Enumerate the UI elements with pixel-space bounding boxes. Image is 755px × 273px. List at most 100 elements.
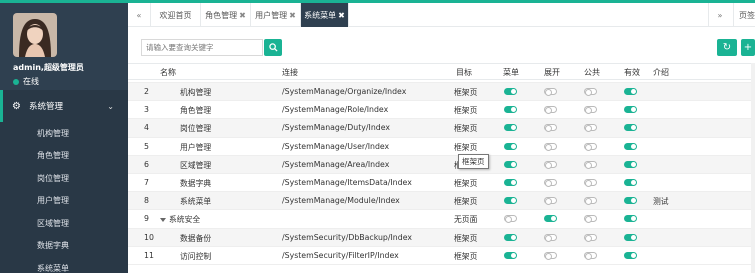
column-header-expand[interactable]: 展开 [544, 67, 560, 78]
public-toggle[interactable] [584, 88, 597, 96]
sidebar-item[interactable]: 区域管理 [0, 212, 128, 235]
row-name-group[interactable]: 系统安全 [160, 214, 200, 225]
search-button[interactable] [264, 39, 282, 56]
toolbar: ↻ + [128, 27, 755, 63]
public-toggle[interactable] [584, 215, 597, 224]
column-header-name[interactable]: 名称 [160, 67, 176, 78]
expand-toggle[interactable] [544, 160, 557, 169]
public-toggle[interactable] [584, 160, 597, 169]
search-input[interactable] [141, 39, 263, 56]
close-icon[interactable]: ✖ [239, 11, 246, 20]
valid-toggle[interactable] [624, 106, 637, 114]
menu-toggle[interactable] [504, 106, 517, 114]
column-header-menu[interactable]: 菜单 [503, 67, 519, 78]
row-target: 框架页 [454, 233, 478, 243]
row-url: /SystemSecurity/DbBackup/Index [282, 232, 412, 242]
table-row[interactable]: 5 用户管理/SystemManage/User/Index 框架页 [128, 138, 755, 156]
valid-toggle[interactable] [624, 178, 637, 186]
sidebar-item[interactable]: 系统菜单 [0, 257, 128, 273]
row-url: /SystemManage/Role/Index [282, 105, 389, 115]
expand-toggle[interactable] [544, 106, 557, 115]
close-icon[interactable]: ✖ [289, 11, 296, 20]
tab-options-button[interactable]: 页签 [733, 3, 755, 27]
tab[interactable]: 角色管理 ✖ [201, 3, 251, 27]
expand-triangle-icon[interactable] [160, 218, 166, 223]
column-header-description[interactable]: 介绍 [653, 67, 669, 78]
public-toggle[interactable] [584, 124, 597, 133]
menu-table: 名称 连接 目标 菜单 展开 公共 有效 介绍 2 机构管理/SystemMana… [128, 63, 755, 273]
row-target: 框架页 [454, 251, 478, 261]
avatar[interactable] [13, 13, 57, 57]
menu-toggle[interactable] [504, 160, 517, 168]
menu-toggle[interactable] [504, 178, 517, 186]
tab[interactable]: 用户管理 ✖ [251, 3, 301, 27]
gears-icon: ⚙ [12, 100, 21, 112]
tab[interactable]: 系统菜单 ✖ [301, 3, 349, 27]
row-target: 无页面 [454, 215, 478, 225]
online-dot-icon [13, 78, 19, 85]
public-toggle[interactable] [584, 142, 597, 151]
expand-toggle[interactable] [544, 251, 557, 260]
add-button[interactable]: + [741, 39, 755, 56]
column-header-target[interactable]: 目标 [456, 67, 472, 78]
sidebar-item[interactable]: 用户管理 [0, 189, 128, 212]
valid-toggle[interactable] [624, 160, 637, 168]
table-row[interactable]: 6 区域管理/SystemManage/Area/Index 框架页 [128, 155, 755, 174]
sidebar-item[interactable]: 岗位管理 [0, 167, 128, 190]
public-toggle[interactable] [584, 178, 597, 187]
search-icon [268, 43, 278, 52]
sidebar-item[interactable]: 数据字典 [0, 234, 128, 257]
row-target: 框架页 [454, 178, 478, 188]
valid-toggle[interactable] [624, 215, 637, 223]
row-url: /SystemManage/Organize/Index [282, 87, 407, 96]
valid-toggle[interactable] [624, 124, 637, 132]
expand-toggle[interactable] [544, 178, 557, 187]
tab-scroll-left-button[interactable]: « [128, 3, 151, 27]
table-row[interactable]: 9 系统安全 无页面 [128, 210, 755, 229]
valid-toggle[interactable] [624, 251, 637, 259]
tab-scroll-right-button[interactable]: » [708, 3, 731, 27]
menu-toggle[interactable] [504, 251, 517, 259]
table-row[interactable]: 4 岗位管理/SystemManage/Duty/Index 框架页 [128, 119, 755, 138]
menu-toggle[interactable] [504, 197, 517, 205]
menu-toggle[interactable] [504, 142, 517, 150]
table-row[interactable]: 3 角色管理/SystemManage/Role/Index 框架页 [128, 101, 755, 120]
sidebar-group-system[interactable]: ⚙ 系统管理 ⌄ [0, 90, 128, 122]
expand-toggle[interactable] [544, 233, 557, 242]
table-row[interactable]: 8 系统菜单/SystemManage/Module/Index 框架页 测试 [128, 192, 755, 211]
sidebar-item[interactable]: 角色管理 [0, 144, 128, 167]
menu-toggle[interactable] [504, 124, 517, 132]
expand-toggle[interactable] [544, 124, 557, 133]
valid-toggle[interactable] [624, 142, 637, 150]
valid-toggle[interactable] [624, 233, 637, 241]
table-row[interactable]: 11 访问控制/SystemSecurity/FilterIP/Index 框架页 [128, 247, 755, 265]
menu-toggle[interactable] [504, 215, 517, 224]
valid-toggle[interactable] [624, 197, 637, 205]
expand-toggle[interactable] [544, 142, 557, 151]
expand-toggle[interactable] [544, 197, 557, 206]
public-toggle[interactable] [584, 233, 597, 242]
valid-toggle[interactable] [624, 88, 637, 95]
close-icon[interactable]: ✖ [338, 11, 345, 20]
tab[interactable]: 欢迎首页 [151, 3, 201, 27]
expand-toggle[interactable] [544, 215, 557, 223]
table-row[interactable]: 10 数据备份/SystemSecurity/DbBackup/Index 框架页 [128, 228, 755, 247]
column-header-url[interactable]: 连接 [282, 67, 298, 78]
column-header-valid[interactable]: 有效 [624, 67, 640, 78]
user-name[interactable]: admin,超级管理员 [13, 62, 84, 73]
menu-toggle[interactable] [504, 233, 517, 241]
expand-toggle[interactable] [544, 88, 557, 96]
table-row[interactable]: 7 数据字典/SystemManage/ItemsData/Index 框架页 [128, 174, 755, 193]
row-name: 系统安全 [169, 215, 201, 225]
sidebar-item[interactable]: 机构管理 [0, 122, 128, 145]
row-number: 8 [144, 196, 149, 206]
menu-toggle[interactable] [504, 88, 517, 95]
table-row[interactable]: 2 机构管理/SystemManage/Organize/Index 框架页 [128, 83, 755, 102]
vertical-scrollbar[interactable] [751, 63, 755, 273]
table-body: 2 机构管理/SystemManage/Organize/Index 框架页 3 角色管… [128, 80, 755, 265]
public-toggle[interactable] [584, 197, 597, 206]
public-toggle[interactable] [584, 106, 597, 115]
public-toggle[interactable] [584, 251, 597, 260]
column-header-public[interactable]: 公共 [584, 67, 600, 78]
refresh-button[interactable]: ↻ [717, 39, 737, 56]
